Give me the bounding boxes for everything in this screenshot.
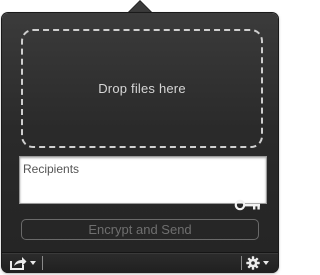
toolbar-separator: [241, 256, 242, 270]
gear-icon: [246, 256, 260, 270]
recipients-field[interactable]: [19, 156, 267, 204]
share-icon: [10, 257, 27, 270]
recipients-input[interactable]: [23, 162, 263, 176]
key-button[interactable]: [234, 198, 262, 212]
drop-zone-label: Drop files here: [98, 81, 186, 96]
settings-menu-button[interactable]: [246, 255, 274, 271]
share-menu-button[interactable]: [10, 255, 40, 271]
toolbar-separator: [42, 256, 43, 270]
encrypt-popover: Drop files here Encrypt and Send: [2, 13, 278, 273]
encrypt-and-send-button[interactable]: Encrypt and Send: [21, 219, 259, 240]
key-icon: [234, 199, 260, 211]
encrypt-and-send-label: Encrypt and Send: [88, 222, 192, 237]
chevron-down-icon: [263, 261, 269, 265]
chevron-down-icon: [30, 261, 36, 265]
bottom-toolbar: [2, 252, 278, 273]
file-drop-zone[interactable]: Drop files here: [21, 29, 263, 148]
